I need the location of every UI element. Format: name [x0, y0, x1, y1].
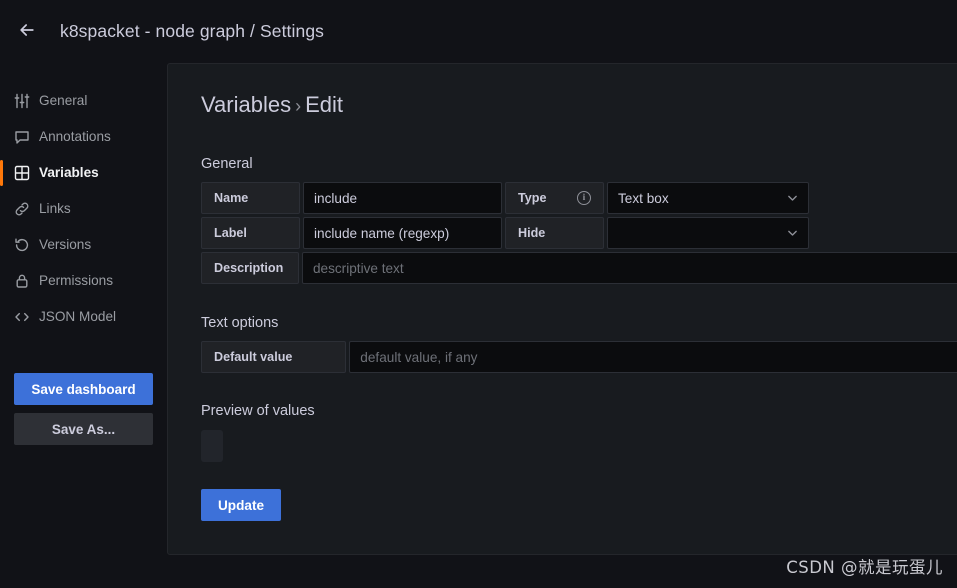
- sidebar-item-label: Permissions: [39, 274, 113, 288]
- sidebar-item-permissions[interactable]: Permissions: [0, 263, 167, 299]
- sidebar-item-variables[interactable]: Variables: [0, 155, 167, 191]
- sidebar-item-json-model[interactable]: JSON Model: [0, 299, 167, 335]
- form-row-default-value: Default value: [201, 341, 957, 373]
- history-icon: [14, 237, 30, 253]
- sidebar-item-label: General: [39, 94, 87, 108]
- update-button[interactable]: Update: [201, 489, 281, 521]
- form-row-name-type: Name Type i Text box: [201, 182, 957, 214]
- type-select-value: Text box: [618, 191, 669, 206]
- info-circle-icon[interactable]: i: [577, 191, 591, 205]
- chevron-down-icon: [786, 192, 799, 205]
- sidebar-item-versions[interactable]: Versions: [0, 227, 167, 263]
- sidebar-item-general[interactable]: General: [0, 83, 167, 119]
- name-input[interactable]: [303, 182, 502, 214]
- type-field-label: Type i: [505, 182, 604, 214]
- page-title: Variables›Edit: [201, 92, 957, 118]
- grid-icon: [14, 165, 30, 181]
- label-field-label: Label: [201, 217, 300, 249]
- sidebar-item-label: Links: [39, 202, 71, 216]
- hide-field-label: Hide: [505, 217, 604, 249]
- breadcrumb-separator: ›: [295, 96, 301, 116]
- name-field-label: Name: [201, 182, 300, 214]
- sidebar-item-label: Versions: [39, 238, 91, 252]
- save-actions: Save dashboard Save As...: [0, 373, 167, 445]
- sidebar-item-label: JSON Model: [39, 310, 116, 324]
- description-input[interactable]: [302, 252, 957, 284]
- settings-content-panel: Variables›Edit General Name Type i Text …: [167, 63, 957, 555]
- label-input[interactable]: [303, 217, 502, 249]
- top-bar: k8spacket - node graph / Settings: [0, 0, 957, 63]
- chevron-down-icon: [786, 227, 799, 240]
- hide-label-text: Hide: [518, 226, 545, 240]
- type-label-text: Type: [518, 191, 546, 205]
- sidebar-item-label: Variables: [39, 166, 99, 180]
- comment-icon: [14, 129, 30, 145]
- breadcrumb-root: Variables: [201, 92, 291, 117]
- default-value-field-label: Default value: [201, 341, 346, 373]
- app-root: k8spacket - node graph / Settings Genera…: [0, 0, 957, 588]
- form-row-label-hide: Label Hide: [201, 217, 957, 249]
- back-button[interactable]: [10, 15, 44, 49]
- sidebar-item-links[interactable]: Links: [0, 191, 167, 227]
- sliders-icon: [14, 93, 30, 109]
- code-icon: [14, 309, 30, 325]
- breadcrumb-leaf: Edit: [305, 92, 343, 117]
- link-icon: [14, 201, 30, 217]
- general-section-title: General: [201, 156, 957, 172]
- watermark: CSDN @就是玩蛋儿: [786, 554, 943, 578]
- page-breadcrumb-title: k8spacket - node graph / Settings: [60, 21, 324, 42]
- general-form: Name Type i Text box Label: [201, 182, 957, 284]
- sidebar-item-label: Annotations: [39, 130, 111, 144]
- save-as-button[interactable]: Save As...: [14, 413, 153, 445]
- text-options-section-title: Text options: [201, 315, 957, 331]
- lock-icon: [14, 273, 30, 289]
- type-select[interactable]: Text box: [607, 182, 809, 214]
- sidebar-item-annotations[interactable]: Annotations: [0, 119, 167, 155]
- save-dashboard-button[interactable]: Save dashboard: [14, 373, 153, 405]
- preview-value-chip: [201, 430, 223, 462]
- form-row-description: Description: [201, 252, 957, 284]
- arrow-left-icon: [17, 20, 37, 43]
- settings-sidebar: General Annotations Variables: [0, 63, 167, 588]
- preview-section-title: Preview of values: [201, 403, 957, 419]
- description-field-label: Description: [201, 252, 299, 284]
- hide-select[interactable]: [607, 217, 809, 249]
- default-value-input[interactable]: [349, 341, 957, 373]
